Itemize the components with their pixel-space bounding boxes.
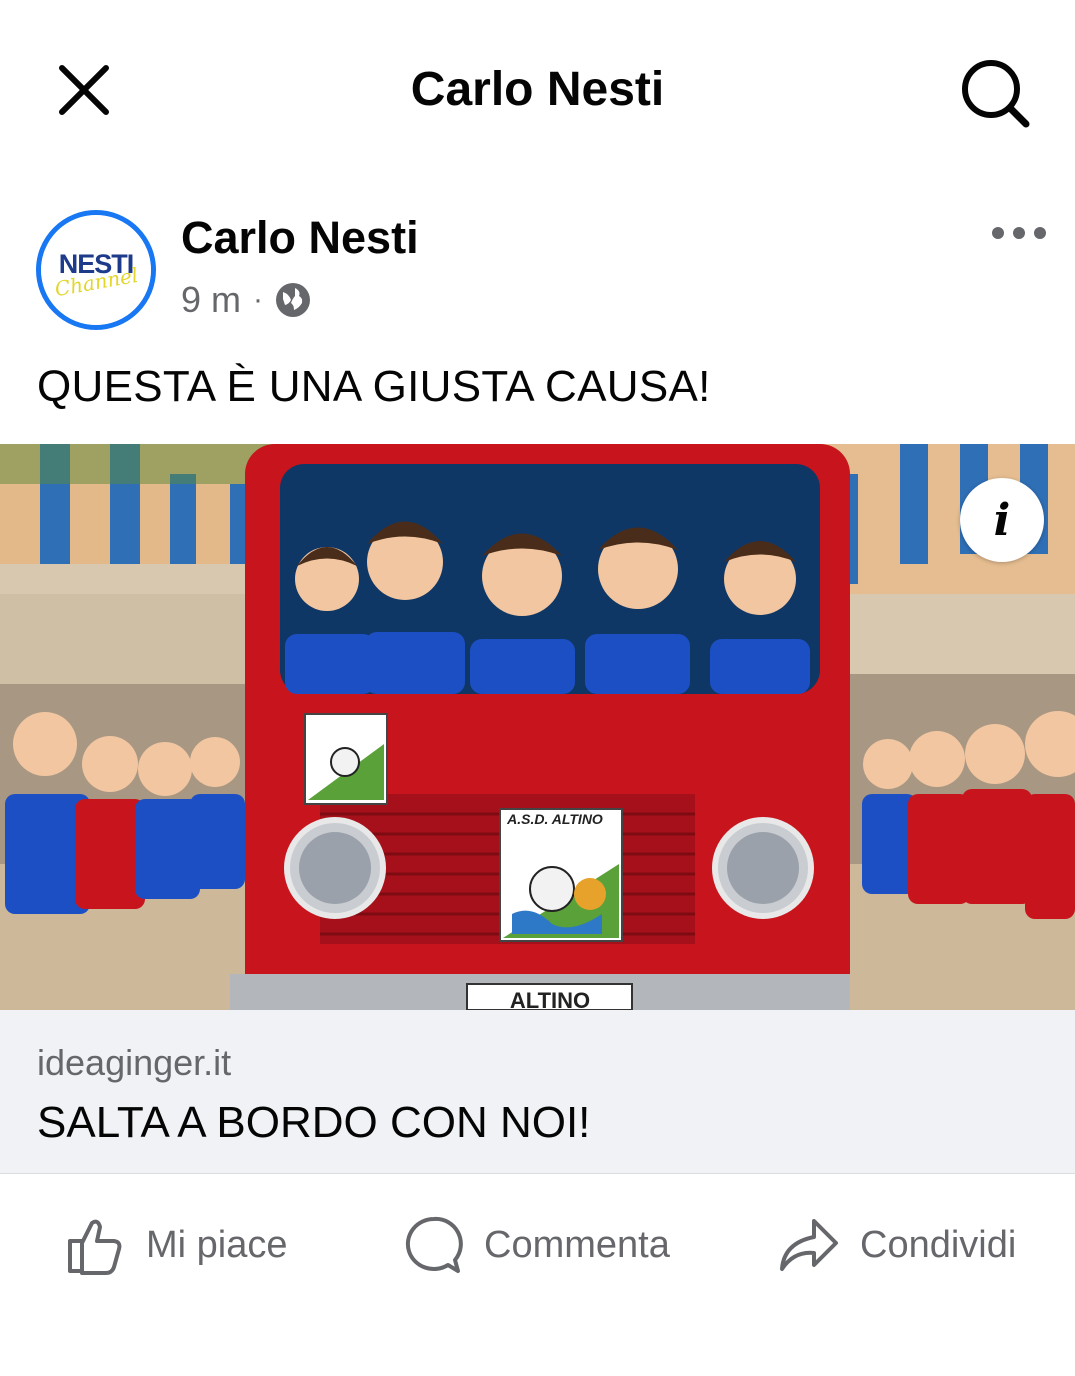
post-image[interactable]: ALTINO A.S.D. ALTINO (0, 444, 1075, 1010)
share-label: Condividi (860, 1223, 1017, 1266)
post-meta: 9 m · (181, 278, 311, 322)
share-button[interactable]: Condividi (778, 1210, 1016, 1280)
link-title[interactable]: SALTA A BORDO CON NOI! (37, 1098, 590, 1148)
thumbs-up-icon (68, 1219, 122, 1275)
more-options-button[interactable] (986, 216, 1052, 250)
illustration-van-team: ALTINO A.S.D. ALTINO (0, 444, 1075, 1010)
author-name[interactable]: Carlo Nesti (181, 212, 419, 264)
post-actions: Mi piace Commenta Condividi (0, 1176, 1075, 1316)
comment-button[interactable]: Commenta (404, 1210, 670, 1280)
search-icon (962, 60, 1030, 128)
avatar[interactable]: NESTI Channel (36, 210, 156, 330)
link-preview[interactable] (0, 1010, 1075, 1174)
more-dots-icon (992, 227, 1046, 239)
comment-label: Commenta (484, 1223, 670, 1266)
like-button[interactable]: Mi piace (66, 1210, 288, 1280)
channel-logo: NESTI Channel (41, 215, 151, 325)
page-title: Carlo Nesti (410, 63, 665, 116)
separator-dot: · (253, 283, 264, 316)
info-button[interactable]: i (960, 478, 1044, 562)
post-time[interactable]: 9 m (181, 279, 241, 321)
badge-text: A.S.D. ALTINO (506, 811, 603, 827)
link-domain[interactable]: ideaginger.it (37, 1042, 231, 1084)
share-icon (780, 1219, 838, 1271)
search-button[interactable] (956, 54, 1032, 130)
post-text: QUESTA È UNA GIUSTA CAUSA! (37, 362, 711, 411)
like-label: Mi piace (146, 1223, 288, 1266)
comment-icon (405, 1216, 463, 1273)
top-bar: Carlo Nesti (0, 0, 1075, 180)
globe-icon[interactable] (275, 282, 311, 318)
plate-text: ALTINO (510, 988, 590, 1010)
